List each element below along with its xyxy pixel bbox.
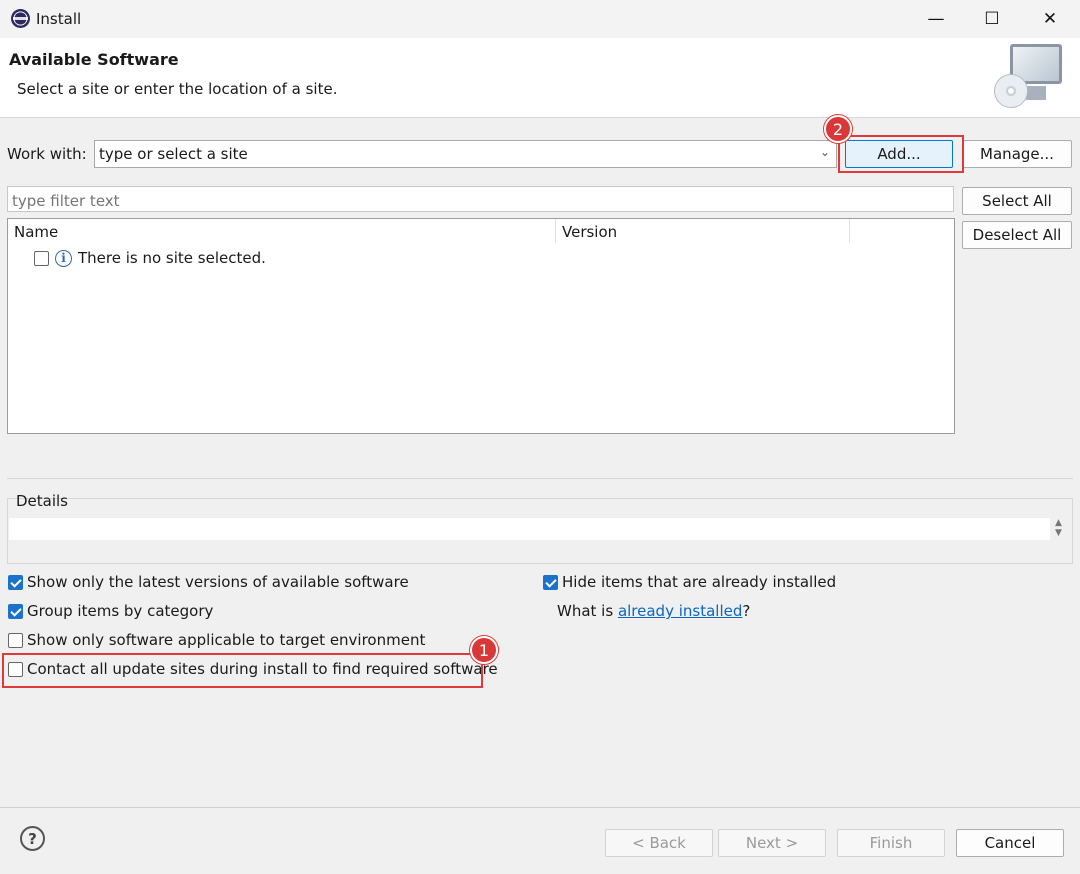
- divider: [7, 478, 1073, 479]
- back-button[interactable]: < Back: [605, 829, 713, 857]
- option-hide-installed[interactable]: Hide items that are already installed: [543, 573, 836, 591]
- row-checkbox[interactable]: [34, 250, 49, 266]
- hide-installed-checkbox[interactable]: [543, 574, 558, 590]
- latest-versions-checkbox[interactable]: [8, 574, 23, 590]
- target-environment-label: Show only software applicable to target …: [27, 631, 426, 649]
- group-by-category-checkbox[interactable]: [8, 603, 23, 619]
- software-table: Name Version i There is no site selected…: [7, 218, 955, 434]
- work-with-value: type or select a site: [99, 145, 248, 163]
- maximize-button[interactable]: ☐: [964, 0, 1020, 38]
- row-name: There is no site selected.: [78, 249, 266, 267]
- filter-input[interactable]: [7, 186, 954, 212]
- minimize-button[interactable]: —: [908, 0, 964, 38]
- what-is-installed-text: What is already installed?: [557, 602, 750, 620]
- help-icon[interactable]: ?: [20, 826, 45, 851]
- group-by-category-label: Group items by category: [27, 602, 214, 620]
- what-is-suffix: ?: [742, 602, 751, 620]
- cd-disc-icon: [994, 74, 1028, 108]
- page-subtitle: Select a site or enter the location of a…: [17, 80, 338, 98]
- latest-versions-label: Show only the latest versions of availab…: [27, 573, 409, 591]
- details-label: Details: [16, 492, 69, 510]
- hide-installed-label: Hide items that are already installed: [562, 573, 837, 591]
- chevron-down-icon[interactable]: ⌄: [820, 145, 830, 159]
- cancel-button[interactable]: Cancel: [956, 829, 1064, 857]
- manage-sites-button[interactable]: Manage...: [962, 140, 1072, 168]
- option-latest-versions[interactable]: Show only the latest versions of availab…: [8, 573, 409, 591]
- callout-badge-2: 2: [824, 115, 852, 143]
- close-button[interactable]: ✕: [1022, 0, 1078, 38]
- window-title: Install: [36, 10, 82, 28]
- add-button-highlight: [838, 135, 964, 173]
- finish-button[interactable]: Finish: [837, 829, 945, 857]
- column-header-version[interactable]: Version: [556, 219, 850, 243]
- table-row[interactable]: i There is no site selected.: [34, 249, 266, 267]
- details-text-area[interactable]: [9, 518, 1050, 540]
- callout-badge-1: 1: [470, 636, 498, 664]
- column-header-name[interactable]: Name: [8, 219, 556, 243]
- option-group-by-category[interactable]: Group items by category: [8, 602, 213, 620]
- details-scroll-arrows[interactable]: ▲▼: [1055, 518, 1065, 538]
- what-is-prefix: What is: [557, 602, 618, 620]
- already-installed-link[interactable]: already installed: [618, 602, 742, 620]
- option-target-environment[interactable]: Show only software applicable to target …: [8, 631, 425, 649]
- info-icon: i: [55, 249, 72, 267]
- next-button[interactable]: Next >: [718, 829, 826, 857]
- work-with-combo[interactable]: type or select a site ⌄: [94, 140, 837, 168]
- work-with-label: Work with:: [7, 145, 87, 163]
- contact-sites-highlight: [2, 653, 483, 688]
- target-environment-checkbox[interactable]: [8, 632, 23, 648]
- eclipse-app-icon: [11, 9, 30, 28]
- select-all-button[interactable]: Select All: [962, 187, 1072, 215]
- monitor-stand-icon: [1026, 86, 1046, 100]
- page-title: Available Software: [9, 50, 179, 69]
- deselect-all-button[interactable]: Deselect All: [962, 221, 1072, 249]
- footer-divider: [0, 807, 1080, 808]
